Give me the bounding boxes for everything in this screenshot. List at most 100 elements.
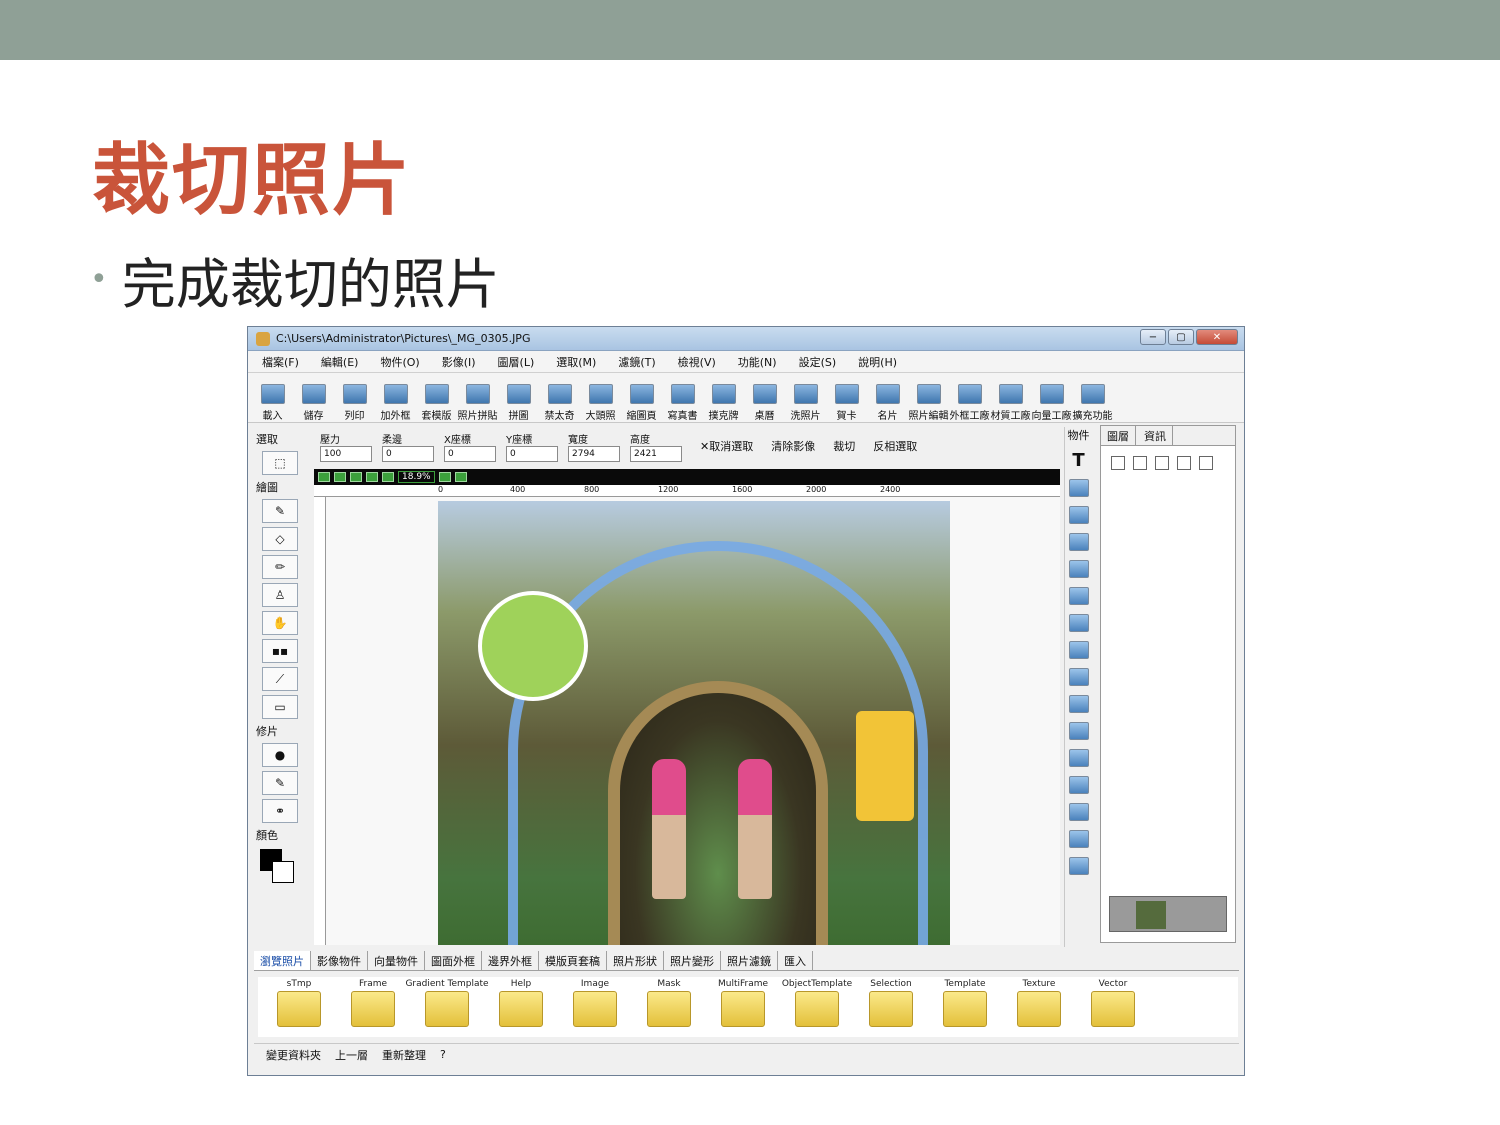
menu-view[interactable]: 檢視(V) xyxy=(678,354,716,370)
palette-icon[interactable] xyxy=(1068,857,1089,875)
maximize-button[interactable]: ▢ xyxy=(1168,329,1194,345)
textbox-icon[interactable] xyxy=(1068,479,1089,497)
tab-border-frames[interactable]: 邊界外框 xyxy=(482,951,539,970)
image-canvas[interactable] xyxy=(326,497,1060,945)
image-object-icon[interactable] xyxy=(1068,533,1089,551)
toolbar-print-button[interactable]: 列印 xyxy=(336,384,373,422)
folder-item[interactable]: MultiFrame xyxy=(716,977,770,1037)
tab-photo-warp[interactable]: 照片變形 xyxy=(664,951,721,970)
toolbar-collage-button[interactable]: 照片拼貼 xyxy=(458,384,498,422)
menu-edit[interactable]: 編輯(E) xyxy=(321,354,359,370)
toolbar-vector-factory-button[interactable]: 向量工廠 xyxy=(1032,384,1072,422)
toolbar-namecard-button[interactable]: 名片 xyxy=(869,384,906,422)
menu-filter[interactable]: 濾鏡(T) xyxy=(618,354,655,370)
folder-item[interactable]: Help xyxy=(494,977,548,1037)
minimize-button[interactable]: − xyxy=(1140,329,1166,345)
toolbar-extension-button[interactable]: 擴充功能 xyxy=(1073,384,1113,422)
toolbar-add-frame-button[interactable]: 加外框 xyxy=(377,384,414,422)
refresh-button[interactable]: 重新整理 xyxy=(382,1047,426,1063)
crop-button[interactable]: 裁切 xyxy=(833,438,855,454)
tab-photo-filters[interactable]: 照片濾鏡 xyxy=(721,951,778,970)
change-folder-button[interactable]: 變更資料夾 xyxy=(266,1047,321,1063)
folder-item[interactable]: Template xyxy=(938,977,992,1037)
exif-icon[interactable] xyxy=(1068,668,1089,686)
toolbar-photobook-button[interactable]: 寫真書 xyxy=(664,384,701,422)
menu-function[interactable]: 功能(N) xyxy=(738,354,777,370)
calendar-grid-icon[interactable] xyxy=(1068,722,1089,740)
folder-item[interactable]: Frame xyxy=(346,977,400,1037)
up-level-button[interactable]: 上一層 xyxy=(335,1047,368,1063)
pencil-tool[interactable]: ✏ xyxy=(262,555,298,579)
folder-item[interactable]: Selection xyxy=(864,977,918,1037)
toolbar-montage-button[interactable]: 禁太奇 xyxy=(541,384,578,422)
toolbar-poker-button[interactable]: 撲克牌 xyxy=(705,384,742,422)
new-layer-icon[interactable] xyxy=(1111,456,1125,470)
folder-item[interactable]: Image xyxy=(568,977,622,1037)
folder-item[interactable]: Mask xyxy=(642,977,696,1037)
arrow-icon[interactable] xyxy=(1068,803,1089,821)
background-color[interactable] xyxy=(272,861,294,883)
cake-icon[interactable] xyxy=(1068,695,1089,713)
pressure-input[interactable]: 100 xyxy=(320,445,372,462)
tab-info[interactable]: 資訊 xyxy=(1138,426,1173,445)
eraser-tool[interactable]: ◇ xyxy=(262,527,298,551)
invert-selection-button[interactable]: 反相選取 xyxy=(873,438,917,454)
help-icon[interactable]: ? xyxy=(440,1048,446,1061)
layers-icon[interactable] xyxy=(1068,587,1089,605)
folder-item[interactable]: ObjectTemplate xyxy=(782,977,852,1037)
toolbar-load-button[interactable]: 載入 xyxy=(254,384,291,422)
close-button[interactable]: ✕ xyxy=(1196,329,1238,345)
red-eye-tool[interactable]: ● xyxy=(262,743,298,767)
rectangle-tool[interactable]: ▭ xyxy=(262,695,298,719)
menu-select[interactable]: 選取(M) xyxy=(556,354,596,370)
menu-image[interactable]: 影像(I) xyxy=(442,354,476,370)
speech-bubble-icon[interactable] xyxy=(1068,749,1089,767)
tab-image-objects[interactable]: 影像物件 xyxy=(311,951,368,970)
toolbar-card-button[interactable]: 賀卡 xyxy=(828,384,865,422)
toolbar-frame-factory-button[interactable]: 外框工廠 xyxy=(950,384,990,422)
layer-thumbnail[interactable] xyxy=(1109,896,1227,932)
folder-item[interactable]: Vector xyxy=(1086,977,1140,1037)
folder-item[interactable]: Gradient Template xyxy=(405,977,489,1037)
magnifier-icon[interactable] xyxy=(1068,614,1089,632)
visibility-icon[interactable] xyxy=(1177,456,1191,470)
brush-tool[interactable]: ✎ xyxy=(262,499,298,523)
stamp-tool[interactable]: ♙ xyxy=(262,583,298,607)
y-coord-input[interactable]: 0 xyxy=(506,445,558,462)
width-input[interactable]: 2794 xyxy=(568,445,620,462)
toolbar-calendar-button[interactable]: 桌曆 xyxy=(746,384,783,422)
tab-browse-photos[interactable]: 瀏覽照片 xyxy=(254,951,311,970)
tab-layers[interactable]: 圖層 xyxy=(1101,426,1136,445)
toolbar-photo-edit-button[interactable]: 照片編輯 xyxy=(909,384,949,422)
clear-image-button[interactable]: 清除影像 xyxy=(771,438,815,454)
menu-settings[interactable]: 設定(S) xyxy=(799,354,837,370)
picture-icon[interactable] xyxy=(1068,560,1089,578)
hand-tool[interactable]: ✋ xyxy=(262,611,298,635)
tab-photo-shapes[interactable]: 照片形狀 xyxy=(607,951,664,970)
clock-icon[interactable] xyxy=(1068,641,1089,659)
lock-icon[interactable] xyxy=(1155,456,1169,470)
color-swatch[interactable] xyxy=(260,849,294,883)
folder-item[interactable]: Texture xyxy=(1012,977,1066,1037)
tab-import[interactable]: 匯入 xyxy=(778,951,813,970)
feather-input[interactable]: 0 xyxy=(382,445,434,462)
delete-layer-icon[interactable] xyxy=(1133,456,1147,470)
toolbar-texture-factory-button[interactable]: 材質工廠 xyxy=(991,384,1031,422)
menu-layer[interactable]: 圖層(L) xyxy=(498,354,535,370)
marquee-select-tool[interactable]: ⬚ xyxy=(262,451,298,475)
abc-icon[interactable] xyxy=(1068,506,1089,524)
toolbar-puzzle-button[interactable]: 拼圖 xyxy=(500,384,537,422)
tab-template-pages[interactable]: 模版頁套稿 xyxy=(539,951,607,970)
folder-item[interactable]: sTmp xyxy=(272,977,326,1037)
menu-help[interactable]: 說明(H) xyxy=(858,354,897,370)
menu-file[interactable]: 檔案(F) xyxy=(262,354,299,370)
toolbar-save-button[interactable]: 儲存 xyxy=(295,384,332,422)
toolbar-thumbnail-button[interactable]: 縮圖頁 xyxy=(623,384,660,422)
gradient-tool[interactable]: ▪▪ xyxy=(262,639,298,663)
retouch-brush-tool[interactable]: ✎ xyxy=(262,771,298,795)
zoom-in-icon[interactable] xyxy=(350,472,362,482)
menu-object[interactable]: 物件(O) xyxy=(380,354,419,370)
toolbar-print-photo-button[interactable]: 洗照片 xyxy=(787,384,824,422)
toolbar-template-button[interactable]: 套模版 xyxy=(418,384,455,422)
cancel-selection-button[interactable]: ✕取消選取 xyxy=(700,438,753,454)
